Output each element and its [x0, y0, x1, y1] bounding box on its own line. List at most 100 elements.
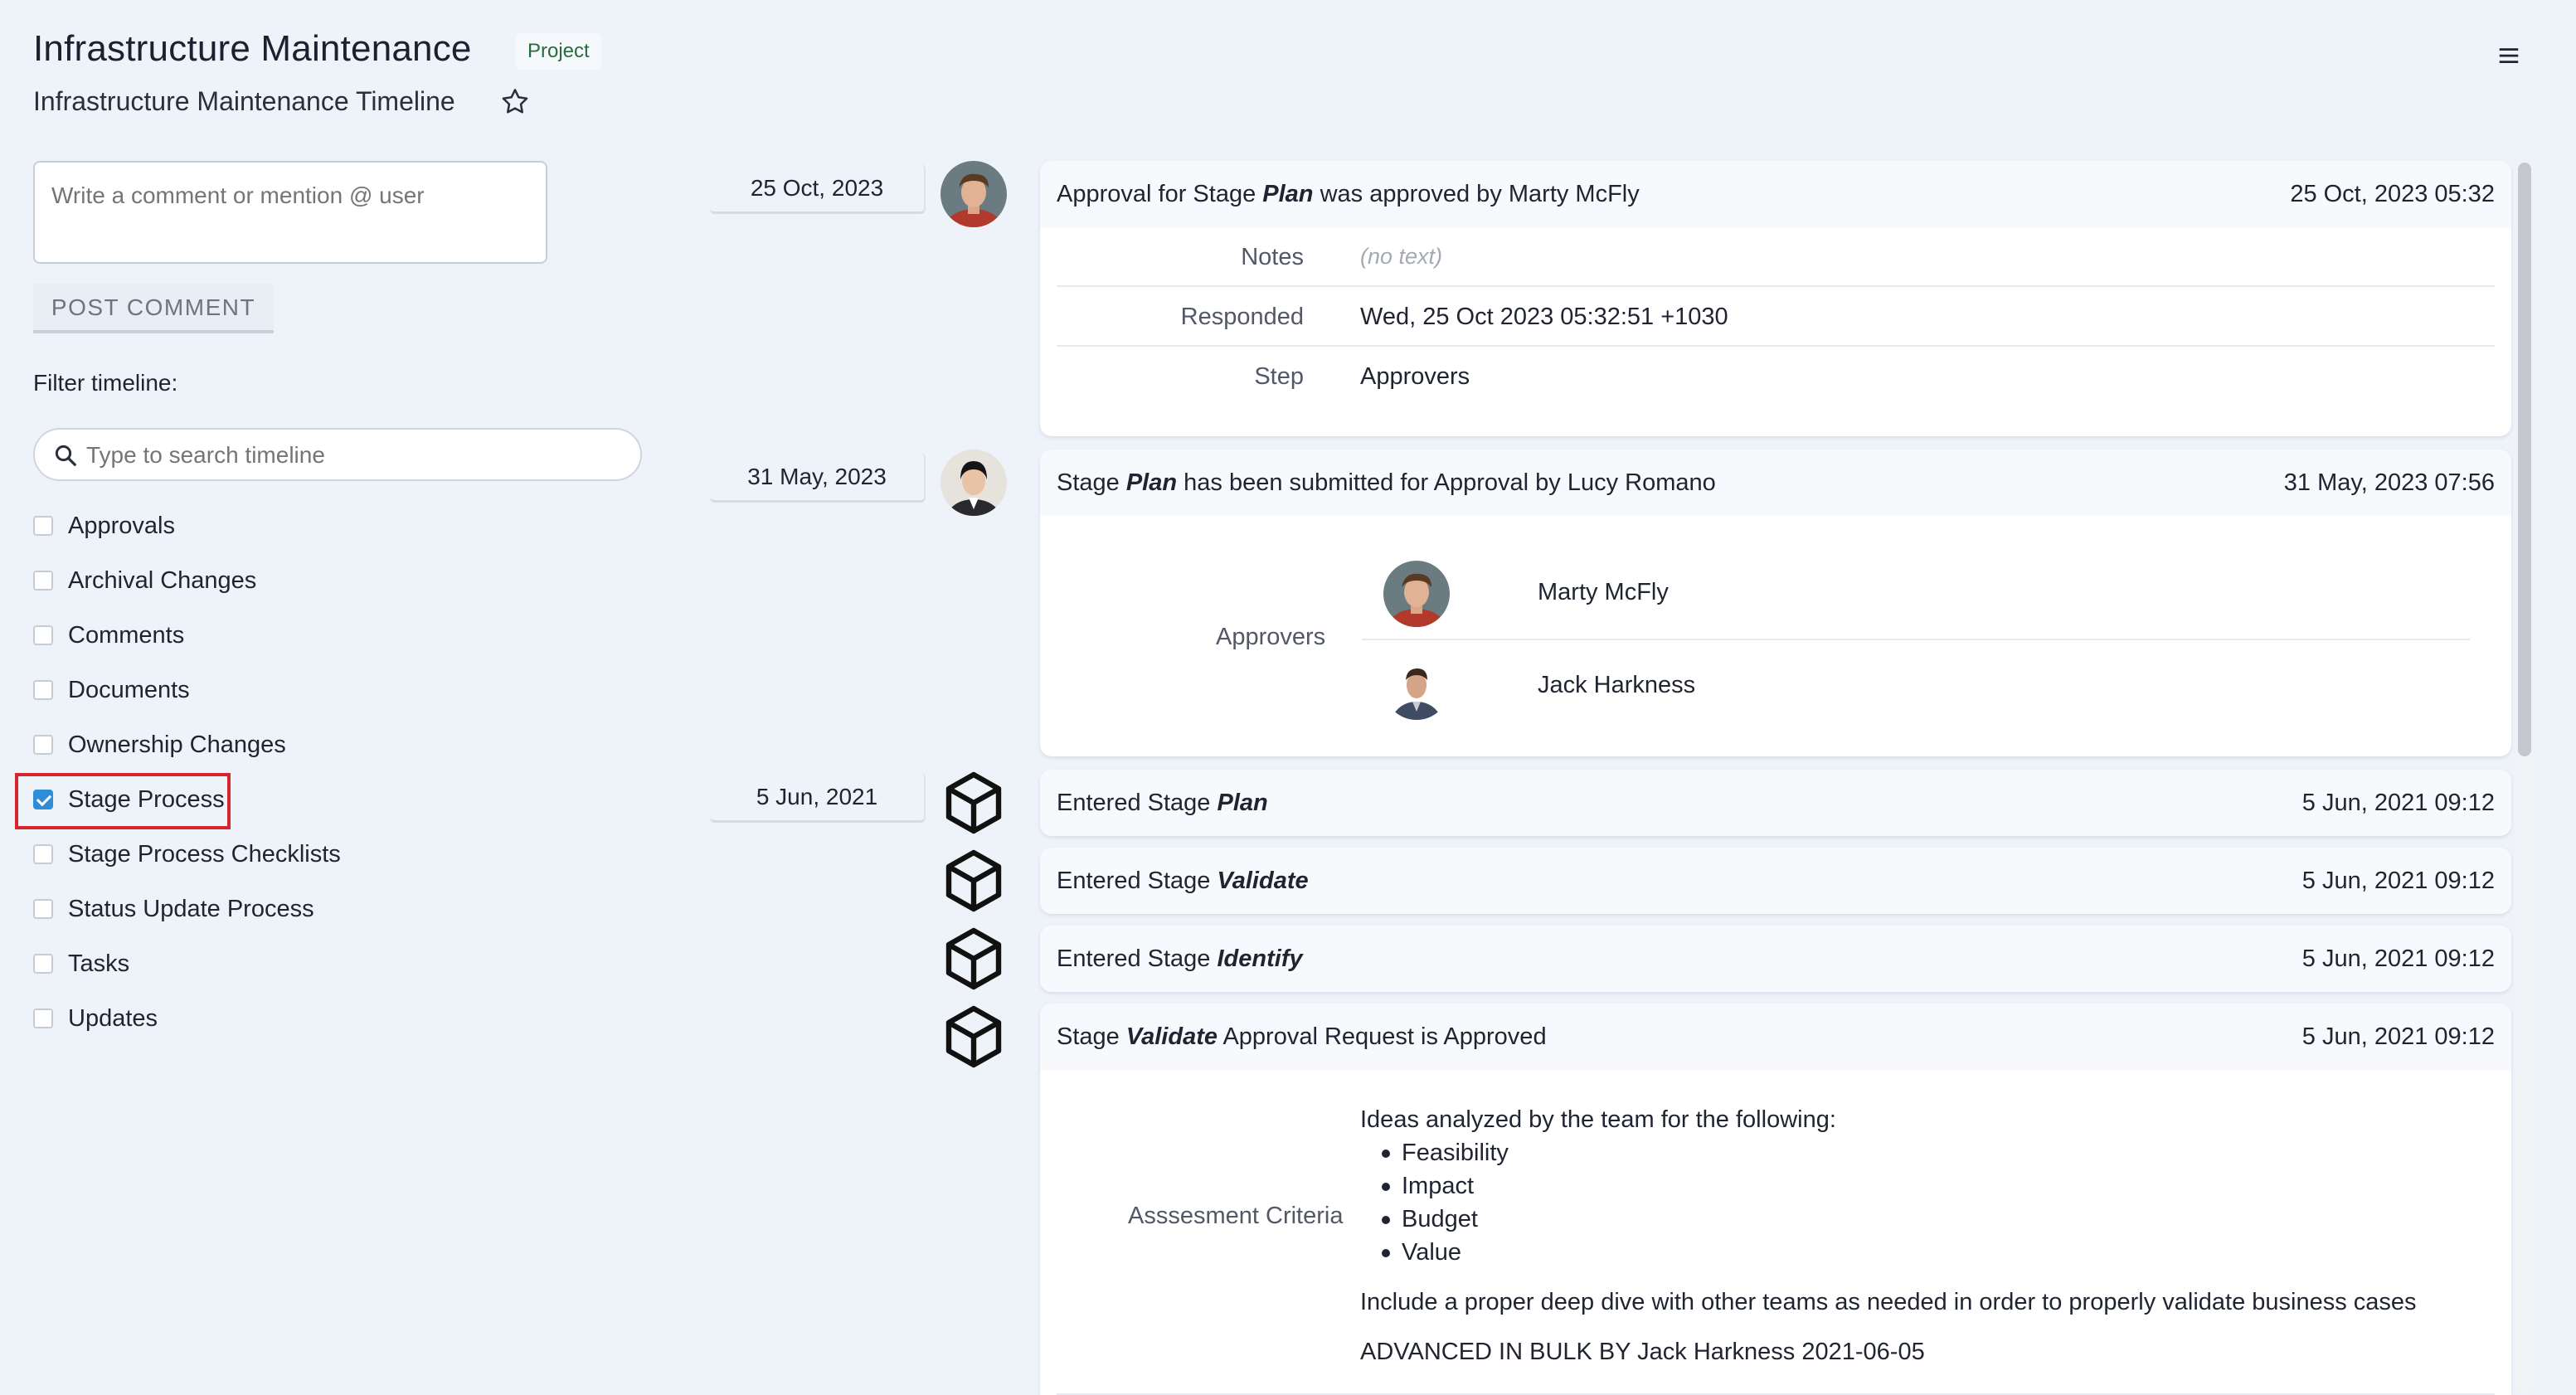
checkbox-checked[interactable]: [33, 790, 53, 809]
approver-name: Jack Harkness: [1538, 672, 1696, 698]
detail-row-responded: Responded Wed, 25 Oct 2023 05:32:51 +103…: [1057, 287, 2495, 347]
event-timestamp: 5 Jun, 2021 09:12: [2301, 867, 2495, 894]
filter-stage-process-checklists[interactable]: Stage Process Checklists: [33, 838, 341, 871]
timeline-search-input[interactable]: [86, 440, 617, 471]
detail-key: Responded: [1180, 304, 1304, 330]
approvers-label: Approvers: [1216, 624, 1326, 650]
event-header: Entered Stage Validate 5 Jun, 2021 09:12: [1040, 848, 2511, 914]
avatar-marty-mcfly: [1383, 561, 1450, 627]
project-badge: Project: [516, 33, 601, 70]
filter-label: Tasks: [68, 950, 130, 977]
search-icon: [55, 445, 76, 466]
criteria-item: Impact: [1382, 1169, 2417, 1203]
timeline-date: 5 Jun, 2021: [710, 773, 926, 823]
checkbox[interactable]: [33, 625, 53, 645]
detail-row-step: Step Approvers: [1057, 347, 2495, 406]
checkbox[interactable]: [33, 899, 53, 919]
filter-label: Stage Process: [68, 785, 225, 813]
approver-marty-mcfly: Marty McFly: [1362, 547, 2470, 640]
post-comment-button[interactable]: POST COMMENT: [33, 284, 274, 333]
event-title: Entered Stage Identify: [1057, 945, 1303, 972]
filter-label: Stage Process Checklists: [68, 840, 341, 868]
filter-label: Documents: [68, 676, 190, 703]
cube-icon: [945, 927, 1002, 990]
criteria-item: Feasibility: [1382, 1136, 2417, 1169]
approver-jack-harkness: Jack Harkness: [1362, 640, 2470, 733]
event-header: Stage Validate Approval Request is Appro…: [1040, 1004, 2511, 1070]
timeline-search: [33, 428, 642, 481]
event-title: Entered Stage Plan: [1057, 789, 1268, 816]
criteria-note: Include a proper deep dive with other te…: [1360, 1289, 2417, 1315]
checkbox[interactable]: [33, 735, 53, 755]
timeline-event-approval-approved: Approval for Stage Plan was approved by …: [1040, 161, 2511, 436]
checkbox[interactable]: [33, 516, 53, 536]
star-icon[interactable]: [499, 86, 531, 118]
event-title: Stage Plan has been submitted for Approv…: [1057, 469, 1716, 496]
hamburger-menu-icon[interactable]: [2496, 43, 2521, 68]
timeline-date: 31 May, 2023: [710, 453, 926, 503]
detail-key: Step: [1254, 363, 1304, 390]
filter-status-update-process[interactable]: Status Update Process: [33, 892, 314, 926]
timeline-scrollbar-thumb[interactable]: [2518, 163, 2531, 756]
detail-value: Wed, 25 Oct 2023 05:32:51 +1030: [1360, 304, 1728, 330]
criteria-item: Budget: [1382, 1203, 2417, 1236]
timeline-event-entered-stage-validate: Entered Stage Validate 5 Jun, 2021 09:12: [1040, 848, 2511, 914]
event-details: Asssesment Criteria Ideas analyzed by th…: [1057, 1070, 2495, 1395]
event-title: Approval for Stage Plan was approved by …: [1057, 180, 1640, 207]
criteria-label: Asssesment Criteria: [1128, 1203, 1344, 1229]
event-timestamp: 5 Jun, 2021 09:12: [2301, 1023, 2495, 1050]
criteria-list: Feasibility Impact Budget Value: [1382, 1136, 2417, 1269]
page-title: Infrastructure Maintenance: [33, 28, 472, 69]
timeline-event-validate-approved: Stage Validate Approval Request is Appro…: [1040, 1004, 2511, 1395]
filter-label: Approvals: [68, 512, 175, 539]
checkbox[interactable]: [33, 1009, 53, 1028]
checkbox[interactable]: [33, 571, 53, 591]
avatar-marty-mcfly: [940, 161, 1007, 227]
event-timestamp: 5 Jun, 2021 09:12: [2301, 945, 2495, 972]
checkbox[interactable]: [33, 954, 53, 974]
timeline-event-entered-stage-identify: Entered Stage Identify 5 Jun, 2021 09:12: [1040, 926, 2511, 992]
event-header: Stage Plan has been submitted for Approv…: [1040, 450, 2511, 516]
cube-icon: [945, 1005, 1002, 1068]
checkbox[interactable]: [33, 680, 53, 700]
filter-comments[interactable]: Comments: [33, 619, 184, 652]
event-header: Entered Stage Identify 5 Jun, 2021 09:12: [1040, 926, 2511, 992]
avatar-lucy-romano: [940, 450, 1007, 516]
filter-label: Comments: [68, 621, 185, 649]
filter-label: Ownership Changes: [68, 731, 286, 758]
filter-approvals[interactable]: Approvals: [33, 509, 175, 542]
timeline-event-entered-stage-plan: Entered Stage Plan 5 Jun, 2021 09:12: [1040, 770, 2511, 836]
filter-timeline-label: Filter timeline:: [33, 370, 178, 396]
detail-value: (no text): [1360, 244, 1443, 269]
cube-icon: [945, 849, 1002, 912]
timeline-event-submitted-for-approval: Stage Plan has been submitted for Approv…: [1040, 450, 2511, 756]
cube-icon: [945, 771, 1002, 834]
event-header: Approval for Stage Plan was approved by …: [1040, 161, 2511, 227]
event-timestamp: 25 Oct, 2023 05:32: [2290, 180, 2495, 207]
event-timestamp: 31 May, 2023 07:56: [2283, 469, 2495, 496]
event-timestamp: 5 Jun, 2021 09:12: [2301, 789, 2495, 816]
criteria-item: Value: [1382, 1236, 2417, 1269]
filter-label: Updates: [68, 1004, 158, 1032]
filter-updates[interactable]: Updates: [33, 1002, 158, 1035]
filter-label: Archival Changes: [68, 566, 257, 594]
event-title: Entered Stage Validate: [1057, 867, 1309, 894]
filter-tasks[interactable]: Tasks: [33, 947, 129, 980]
detail-value: Approvers: [1360, 363, 1470, 390]
filter-ownership-changes[interactable]: Ownership Changes: [33, 728, 286, 761]
timeline-date: 25 Oct, 2023: [710, 164, 926, 214]
criteria-intro: Ideas analyzed by the team for the follo…: [1360, 1106, 1836, 1133]
detail-row-notes: Notes (no text): [1057, 227, 2495, 287]
filter-archival-changes[interactable]: Archival Changes: [33, 564, 256, 597]
approver-name: Marty McFly: [1538, 579, 1669, 605]
timeline-subtitle: Infrastructure Maintenance Timeline: [33, 86, 455, 116]
criteria-content: Ideas analyzed by the team for the follo…: [1360, 1103, 2417, 1368]
filter-label: Status Update Process: [68, 895, 314, 922]
filter-documents[interactable]: Documents: [33, 673, 190, 707]
event-title: Stage Validate Approval Request is Appro…: [1057, 1023, 1547, 1050]
filter-stage-process[interactable]: Stage Process: [33, 783, 225, 816]
avatar-jack-harkness: [1383, 654, 1450, 720]
checkbox[interactable]: [33, 844, 53, 864]
event-header: Entered Stage Plan 5 Jun, 2021 09:12: [1040, 770, 2511, 836]
comment-input[interactable]: [33, 161, 547, 264]
